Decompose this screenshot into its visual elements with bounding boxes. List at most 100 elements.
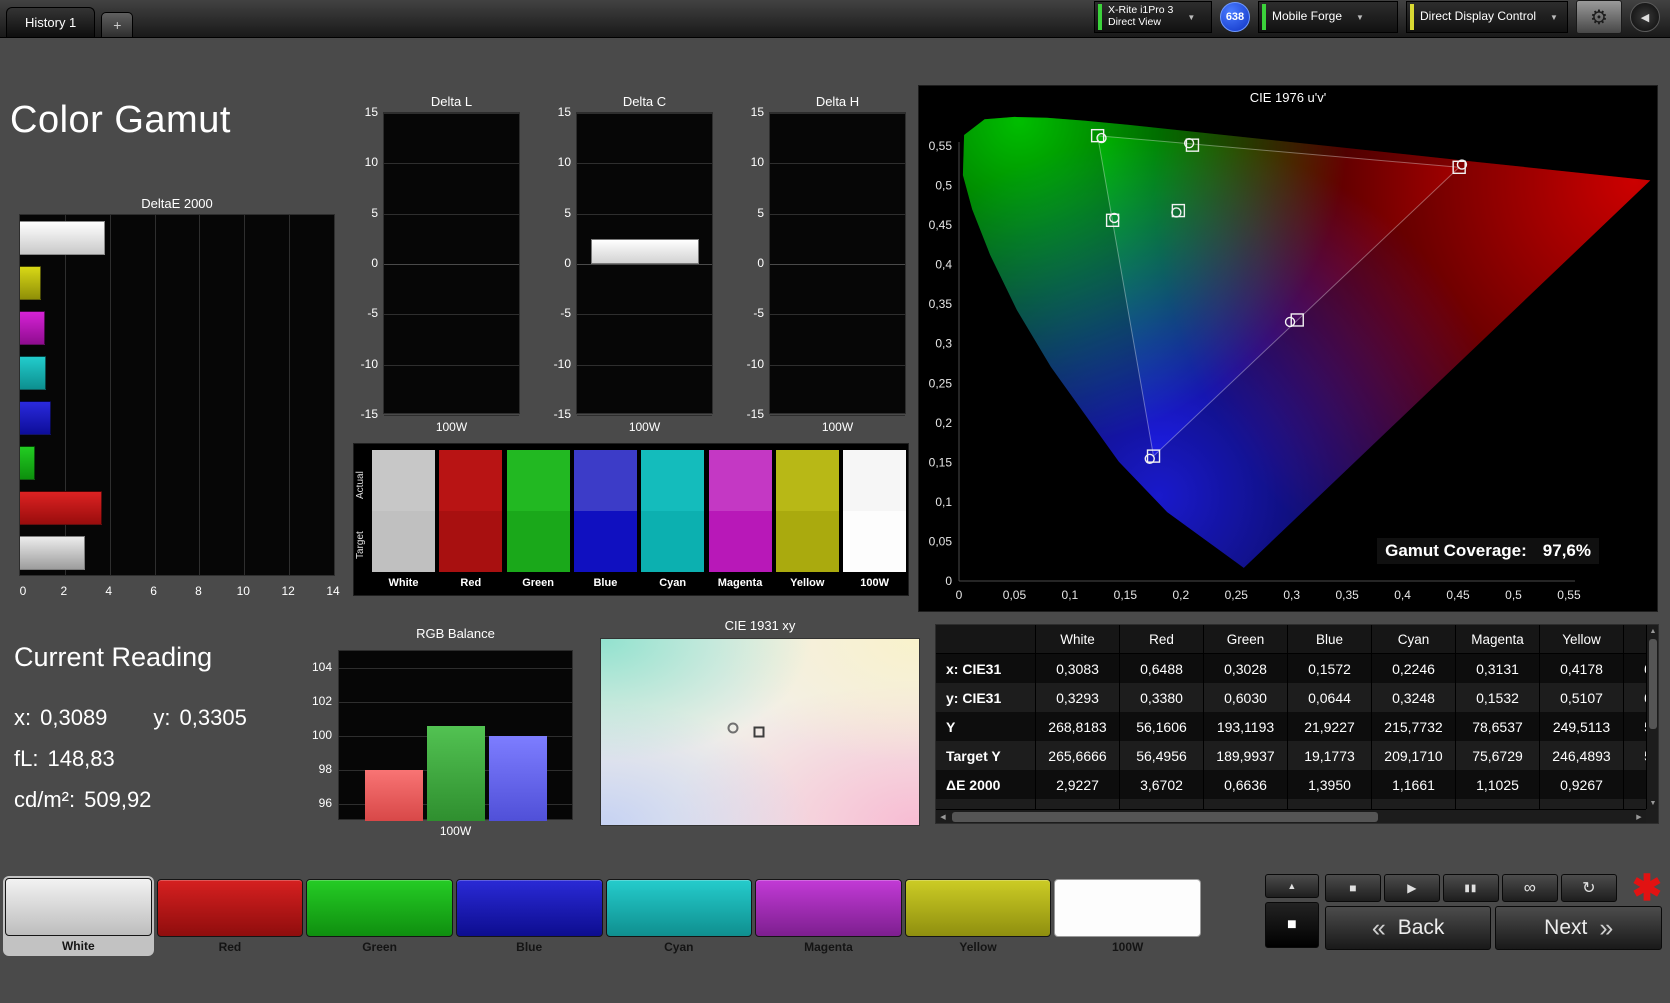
gridline — [384, 414, 519, 416]
collapse-panel-button[interactable]: ◀ — [1630, 2, 1660, 32]
table-cell: 0,3380 — [1120, 683, 1204, 712]
stop-button[interactable]: ■ — [1324, 874, 1381, 902]
deltae-plot-area — [19, 214, 335, 576]
table-cell: 56,4956 — [1120, 741, 1204, 770]
table-cell: 215,7732 — [1372, 712, 1456, 741]
table-cell: 21,9227 — [1288, 712, 1372, 741]
gridline — [339, 702, 572, 703]
gridline — [154, 215, 156, 575]
horizontal-scrollbar[interactable]: ◀ ▶ — [936, 809, 1646, 823]
patch-label: Green — [362, 939, 397, 954]
rgb-bar-red — [365, 770, 423, 821]
swatch-actual — [775, 450, 839, 511]
deltae-bar-100w — [20, 220, 106, 255]
patch-button-cyan[interactable]: Cyan — [605, 876, 753, 956]
scroll-right-icon[interactable]: ▶ — [1632, 810, 1646, 823]
deltae-bar-magenta — [20, 310, 45, 345]
axis-tick-label: 5 — [564, 205, 571, 220]
session-count-badge[interactable]: 638 — [1220, 2, 1250, 32]
axis-tick-label: -15 — [746, 406, 764, 421]
axis-tick-label: 102 — [311, 694, 332, 708]
patch-color-green — [306, 878, 453, 937]
add-tab-button[interactable]: + — [101, 12, 134, 37]
table-cell: 2,9227 — [1036, 770, 1120, 799]
axis-tick-label: 0,35 — [1335, 588, 1359, 602]
fl-reading: fL: 148,83 — [14, 746, 314, 772]
table-cell: 0,1532 — [1456, 683, 1540, 712]
settings-button[interactable]: ⚙ — [1576, 0, 1622, 34]
history-tab-label: History 1 — [25, 15, 77, 30]
rgb-y-axis: 104 102 100 98 96 — [312, 650, 334, 820]
meter-dropdown[interactable]: X-Rite i1Pro 3 Direct View ▼ — [1094, 1, 1212, 33]
back-button[interactable]: « Back — [1324, 906, 1492, 950]
axis-tick-label: 0,3 — [1283, 588, 1300, 602]
up-arrow-button[interactable]: ▲ — [1264, 874, 1319, 898]
pause-button[interactable]: ▮▮ — [1442, 874, 1499, 902]
patch-button-red[interactable]: Red — [156, 876, 304, 956]
patch-button-white[interactable]: White — [3, 876, 154, 956]
chevron-down-icon: ▼ — [1187, 12, 1196, 22]
chart-title: Delta H — [815, 94, 860, 109]
deltae-x-axis: 0 2 4 6 8 10 12 14 — [19, 582, 340, 600]
axis-tick-label: 0,45 — [929, 218, 953, 232]
table-cell: 193,1193 — [1204, 712, 1288, 741]
refresh-button[interactable]: ↻ — [1560, 874, 1617, 902]
current-reading: Current Reading x: 0,3089 y: 0,3305 fL: 148,… — [14, 642, 314, 828]
patch-button-100w[interactable]: 100W — [1054, 876, 1201, 956]
patch-color-blue — [455, 878, 603, 937]
axis-tick-label: 0,05 — [929, 534, 953, 548]
swatch-blue: Blue — [573, 450, 637, 595]
history-tab[interactable]: History 1 — [6, 7, 96, 37]
rgb-balance-chart: RGB Balance 104 102 100 98 96 100W — [312, 626, 580, 838]
cie-1976-diagram: 0,55 0,5 0,45 0,4 0,35 0,3 0,25 0,2 0,15 0,1 0,05 0… — [929, 116, 1651, 602]
play-button[interactable]: ▶ — [1383, 874, 1440, 902]
current-reading-title: Current Reading — [14, 642, 213, 672]
target-label: Target — [355, 531, 366, 559]
scroll-up-icon[interactable]: ▲ — [1647, 625, 1658, 637]
scrollbar-thumb[interactable] — [952, 812, 1378, 822]
row-label: Target Y — [936, 741, 1036, 770]
workflow-name: Direct Display Control — [1420, 9, 1537, 24]
deltae-bar-red — [20, 490, 103, 525]
patch-button-yellow[interactable]: Yellow — [904, 876, 1052, 956]
nits-label: cd/m²: — [14, 787, 76, 812]
swatch-actual — [641, 450, 705, 511]
column-header: Blue — [1288, 625, 1372, 654]
screen-icon: ■ — [1286, 916, 1297, 933]
vertical-scrollbar[interactable]: ▲ ▼ — [1646, 625, 1658, 809]
table-cell: 78,6537 — [1456, 712, 1540, 741]
fl-label: fL: — [14, 746, 39, 771]
axis-tick-label: 0,1 — [1062, 588, 1079, 602]
table-cell: 0,3083 — [1036, 654, 1120, 683]
continuous-measure-button[interactable]: ∞ — [1501, 874, 1558, 902]
axis-tick-label: 104 — [311, 660, 332, 674]
axis-tick-label: 0,1 — [935, 495, 952, 509]
scroll-left-icon[interactable]: ◀ — [936, 810, 950, 823]
scroll-down-icon[interactable]: ▼ — [1647, 797, 1658, 809]
display-window-button[interactable]: ■ — [1264, 902, 1319, 948]
swatch-100w: 100W — [843, 450, 907, 595]
table-cell: 0,3028 — [1204, 654, 1288, 683]
patch-button-green[interactable]: Green — [306, 876, 453, 956]
workflow-dropdown[interactable]: Direct Display Control ▼ — [1406, 1, 1568, 33]
swatch-actual — [843, 450, 907, 511]
axis-tick-label: 0,45 — [1446, 588, 1470, 602]
scrollbar-thumb[interactable] — [1649, 639, 1657, 729]
column-header: Green — [1204, 625, 1288, 654]
row-label: Y — [936, 712, 1036, 741]
swatch-target — [843, 511, 907, 572]
patch-button-blue[interactable]: Blue — [455, 876, 603, 956]
source-dropdown[interactable]: Mobile Forge ▼ — [1258, 1, 1398, 33]
next-button[interactable]: Next » — [1495, 906, 1663, 950]
table-cell: 189,9937 — [1204, 741, 1288, 770]
axis-tick-label: 0 — [757, 255, 764, 270]
patch-button-magenta[interactable]: Magenta — [755, 876, 902, 956]
table-cell: 268,8183 — [1036, 712, 1120, 741]
axis-tick-label: 0,2 — [935, 416, 952, 430]
swatch-actual — [506, 450, 570, 511]
back-label: Back — [1397, 916, 1445, 939]
spectral-locus-fill — [962, 116, 1651, 568]
swatch-actual — [573, 450, 637, 511]
table-cell: 3,6702 — [1120, 770, 1204, 799]
axis-tick-label: 5 — [757, 205, 764, 220]
